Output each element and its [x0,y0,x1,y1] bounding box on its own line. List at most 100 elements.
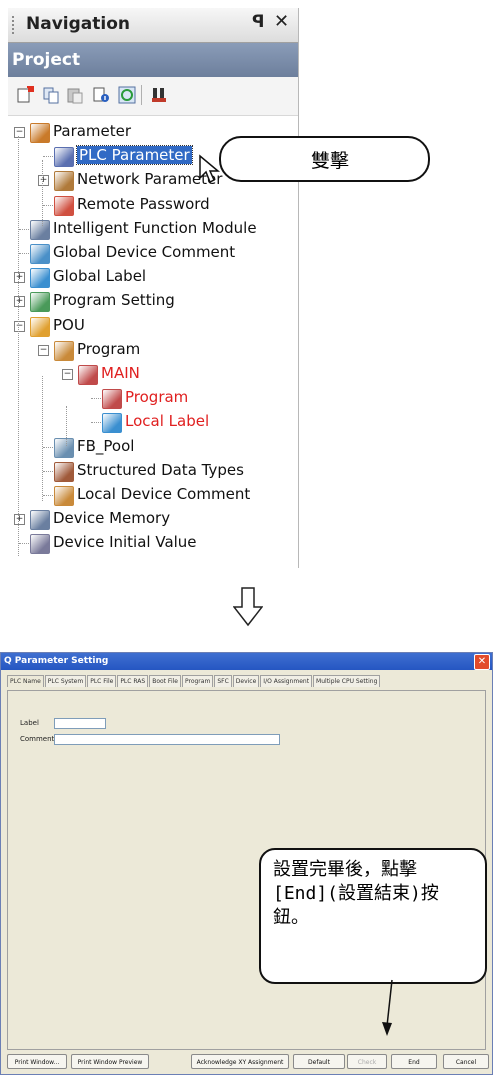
tree-item[interactable]: Program [8,386,298,410]
device-memory-icon [30,510,50,531]
tree-item[interactable]: − Program [8,338,298,362]
tree-item-label: POU [53,315,85,334]
tree-connector [42,376,43,501]
program-body-icon [102,389,122,410]
navigation-title-bar[interactable]: Navigation ꟼ ✕ [8,8,298,43]
navigation-toolbar [8,77,298,116]
parameter-tab-strip: PLC Name PLC System PLC File PLC RAS Boot Fi… [7,675,486,690]
callout-pointer-arrow [382,979,393,1036]
collapse-icon[interactable]: − [14,320,25,332]
find-icon[interactable] [150,86,168,104]
expand-icon[interactable]: + [14,272,25,284]
tree-item-label: Intelligent Function Module [53,218,257,237]
tab-plc-ras[interactable]: PLC RAS [117,675,149,687]
tree-item[interactable]: + Program Setting [8,289,298,313]
tree-item[interactable]: Local Device Comment [8,483,298,507]
dialog-close-icon[interactable]: ✕ [474,654,490,670]
check-button[interactable]: Check [347,1054,387,1069]
local-device-comment-icon [54,486,74,506]
mouse-pointer-icon [199,154,221,184]
tree-item[interactable]: FB_Pool [8,435,298,459]
tree-item[interactable]: Intelligent Function Module [8,217,298,241]
properties-icon[interactable] [92,86,110,104]
toolbar-separator [141,85,142,105]
drag-grip-icon[interactable] [12,16,17,34]
tree-item-label: Local Device Comment [77,485,251,503]
tree-item-label: Program [77,339,141,358]
tree-item[interactable]: + Global Label [8,265,298,289]
new-data-icon[interactable] [16,86,34,104]
tree-item[interactable]: − POU [8,314,298,338]
tree-item-label: PLC Parameter [76,145,193,166]
tab-sfc[interactable]: SFC [214,675,232,687]
navigation-panel: Navigation ꟼ ✕ Project − Parameter PLC Par… [8,8,299,568]
tree-item-label: Program [125,388,189,407]
tab-multiple-cpu-setting[interactable]: Multiple CPU Setting [313,675,381,687]
label-input[interactable] [54,718,106,729]
default-button[interactable]: Default [293,1054,345,1069]
global-label-icon [30,268,50,289]
plc-parameter-icon [54,147,74,168]
remote-password-icon [54,195,74,216]
collapse-icon[interactable]: − [38,344,49,356]
acknowledge-xy-assignment-button[interactable]: Acknowledge XY Assignment [191,1054,289,1069]
dialog-title-bar[interactable]: Q Parameter Setting ✕ [1,653,492,670]
tab-plc-system[interactable]: PLC System [44,675,87,687]
copy-icon[interactable] [42,86,60,104]
tree-item-label: Device Initial Value [53,533,197,552]
tree-item-label: Structured Data Types [77,460,244,479]
tree-item-label: Remote Password [77,194,210,213]
program-setting-icon [30,292,50,313]
double-click-callout-text: 雙擊 [311,150,350,172]
tree-item-label: Parameter [53,122,132,140]
expand-icon[interactable]: + [14,514,25,526]
tree-item[interactable]: − MAIN [8,362,298,386]
navigation-title: Navigation [26,14,130,34]
project-header[interactable]: Project [8,43,298,77]
print-window-button[interactable]: Print Window... [7,1054,67,1069]
tab-plc-name[interactable]: PLC Name [7,675,44,687]
structured-data-types-icon [54,461,74,482]
print-window-preview-button[interactable]: Print Window Preview [71,1054,149,1069]
tree-item[interactable]: Local Label [8,410,298,434]
refresh-icon[interactable] [118,86,136,104]
local-label-icon [102,413,122,434]
tab-plc-file[interactable]: PLC File [87,675,117,687]
end-button[interactable]: End [391,1054,437,1069]
end-button-callout-text: 設置完畢後，點擊 [End](設置結束)按 鈕。 [273,859,439,928]
tab-i-o-assignment[interactable]: I/O Assignment [260,675,313,687]
tree-item-label: Device Memory [53,509,171,528]
dialog-title: Q Parameter Setting [4,656,109,666]
intelligent-module-icon [30,219,50,240]
parameter-folder-icon [30,123,50,143]
device-initial-value-icon [30,534,50,555]
tab-device[interactable]: Device [232,675,260,687]
down-arrow-icon [233,587,263,627]
expand-icon[interactable]: + [14,296,25,308]
tab-program[interactable]: Program [181,675,214,687]
tree-item-label: Global Label [53,267,147,286]
expand-icon[interactable]: + [38,175,49,187]
fb-pool-icon [54,437,74,458]
tree-item[interactable]: Global Device Comment [8,241,298,265]
collapse-icon[interactable]: − [14,127,25,138]
cancel-button[interactable]: Cancel [443,1054,489,1069]
pin-icon[interactable]: ꟼ [252,12,264,32]
main-program-icon [78,365,98,385]
paste-icon[interactable] [66,86,84,104]
collapse-icon[interactable]: − [62,369,73,380]
tree-connector [18,136,19,556]
tree-item[interactable]: Structured Data Types [8,459,298,483]
tree-item[interactable]: Device Initial Value [8,531,298,555]
tree-item[interactable]: + Device Memory [8,507,298,531]
tab-boot-file[interactable]: Boot File [149,675,181,687]
tree-connector [42,160,43,226]
close-icon[interactable]: ✕ [274,11,289,32]
program-folder-icon [54,340,74,361]
tree-item-label: Program Setting [53,291,175,310]
tree-item[interactable]: Remote Password [8,193,298,217]
comment-input[interactable] [54,734,280,745]
tree-item-label: MAIN [101,364,140,382]
dialog-button-bar: Print Window... Print Window Preview Ackno… [1,1054,492,1071]
network-parameter-icon [54,171,74,192]
